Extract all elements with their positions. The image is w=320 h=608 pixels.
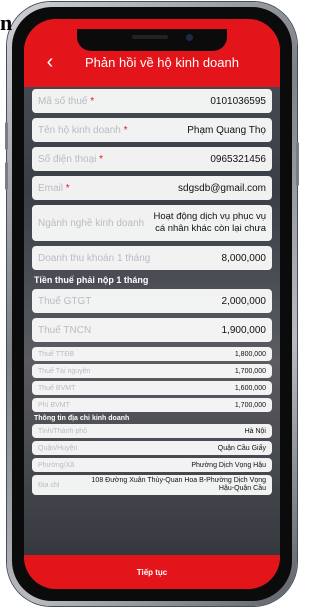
field-value: 0965321456 (210, 153, 266, 165)
field-value: sdgsdb@gmail.com (178, 182, 266, 194)
field-label: Phí BVMT (38, 401, 70, 409)
monthly-revenue-field[interactable]: Doanh thu khoán 1 tháng 8,000,000 (32, 246, 272, 270)
power-button (296, 142, 299, 186)
field-value: 1,700,000 (234, 367, 266, 375)
field-label: Thuế GTGT (38, 295, 92, 307)
field-label: Thuế TTĐB (38, 350, 75, 358)
required-mark: * (65, 182, 70, 194)
field-label: Số điện thoại (38, 153, 97, 165)
volume-down-button (5, 162, 8, 190)
field-label: Thuế TNCN (38, 324, 92, 336)
province-field[interactable]: Tỉnh/Thành phố Hà Nội (32, 424, 272, 438)
volume-up-button (5, 122, 8, 150)
field-value: 1,800,000 (234, 350, 266, 358)
ward-field[interactable]: Phường/Xã Phường Dịch Vọng Hậu (32, 458, 272, 472)
field-label: Tỉnh/Thành phố (38, 427, 88, 435)
resource-tax-field[interactable]: Thuế Tài nguyên 1,700,000 (32, 364, 272, 378)
address-section-title: Thông tin địa chỉ kinh doanh (34, 415, 130, 422)
address-field[interactable]: Địa chỉ 108 Đường Xuân Thủy-Quan Hoa B-P… (32, 475, 272, 495)
tax-code-field[interactable]: Mã số thuế * 0101036595 (32, 89, 272, 113)
field-value: Phường Dịch Vọng Hậu (191, 461, 266, 469)
district-field[interactable]: Quận/Huyện Quận Cầu Giấy (32, 441, 272, 455)
email-field[interactable]: Email * sdgsdb@gmail.com (32, 176, 272, 200)
page-title: Phản hồi về hộ kinh doanh (85, 55, 239, 70)
notch (77, 29, 227, 51)
field-value: 1,700,000 (234, 401, 266, 409)
field-value: Hoạt động dịch vụ phục vụ cá nhân khác c… (153, 211, 267, 234)
field-label: Phường/Xã (38, 461, 75, 469)
field-value: Phạm Quang Thọ (187, 124, 266, 136)
field-value: 2,000,000 (221, 295, 267, 307)
field-label: Tên hộ kinh doanh (38, 124, 121, 136)
field-label: Doanh thu khoán 1 tháng (38, 252, 151, 264)
field-label: Thuế Tài nguyên (38, 367, 91, 375)
phone-bezel: ‹ Phản hồi về hộ kinh doanh Mã số thuế *… (12, 7, 292, 601)
speaker (132, 35, 168, 39)
business-name-field[interactable]: Tên hộ kinh doanh * Phạm Quang Thọ (32, 118, 272, 142)
field-value: 108 Đường Xuân Thủy-Quan Hoa B-Phường Dị… (91, 477, 266, 492)
phone-frame: ‹ Phản hồi về hộ kinh doanh Mã số thuế *… (5, 2, 299, 606)
special-tax-field[interactable]: Thuế TTĐB 1,800,000 (32, 347, 272, 361)
tax-section-title: Tiền thuế phải nộp 1 tháng (34, 275, 149, 285)
business-sector-field[interactable]: Ngành nghề kinh doanh Hoạt động dịch vụ … (32, 205, 272, 241)
field-value: 0101036595 (210, 95, 266, 107)
environment-fee-field[interactable]: Phí BVMT 1,700,000 (32, 398, 272, 412)
field-label: Địa chỉ (38, 481, 60, 489)
vat-field[interactable]: Thuế GTGT 2,000,000 (32, 289, 272, 313)
continue-button[interactable]: Tiếp tục (24, 555, 280, 589)
environment-tax-field[interactable]: Thuế BVMT 1,600,000 (32, 381, 272, 395)
required-mark: * (123, 124, 128, 136)
field-label: Email (38, 182, 64, 194)
camera (186, 34, 193, 41)
app-screen: ‹ Phản hồi về hộ kinh doanh Mã số thuế *… (24, 19, 280, 589)
corner-glyph: n (0, 10, 13, 35)
required-mark: * (99, 153, 104, 165)
pit-field[interactable]: Thuế TNCN 1,900,000 (32, 318, 272, 342)
back-button[interactable]: ‹ (40, 52, 60, 72)
continue-button-label: Tiếp tục (136, 567, 168, 577)
field-value: 1,900,000 (221, 324, 267, 336)
field-label: Thuế BVMT (38, 384, 76, 392)
required-mark: * (90, 95, 95, 107)
field-label: Quận/Huyện (38, 444, 78, 452)
field-value: Quận Cầu Giấy (217, 444, 266, 452)
field-value: 8,000,000 (221, 252, 267, 264)
field-value: Hà Nội (244, 427, 266, 435)
field-label: Ngành nghề kinh doanh (38, 217, 145, 229)
phone-field[interactable]: Số điện thoại * 0965321456 (32, 147, 272, 171)
field-label: Mã số thuế (38, 95, 88, 107)
form-content: Mã số thuế * 0101036595 Tên hộ kinh doan… (32, 89, 272, 553)
field-value: 1,600,000 (234, 384, 266, 392)
chevron-left-icon: ‹ (46, 51, 54, 73)
